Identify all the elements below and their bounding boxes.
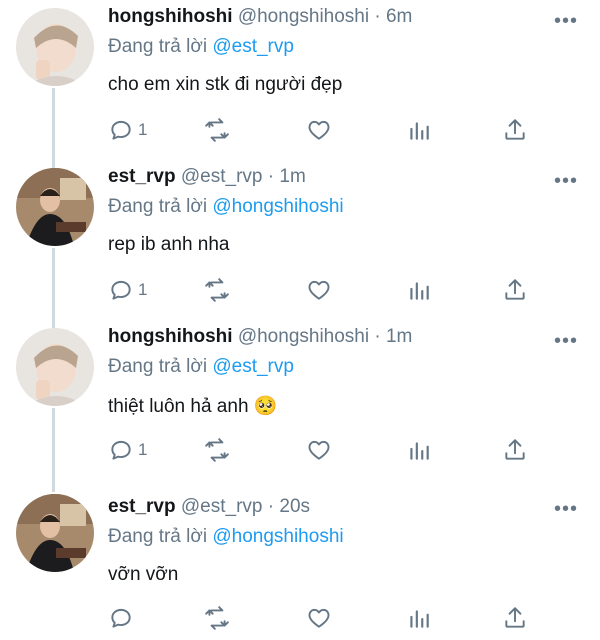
timestamp[interactable]: 20s [279, 496, 310, 517]
stats-icon [410, 122, 429, 140]
user-handle[interactable]: @est_rvp [181, 496, 263, 517]
reply-button[interactable]: 1 [108, 116, 147, 144]
action-bar: 1 [108, 276, 528, 304]
action-bar: 1 [108, 116, 528, 144]
tweet-text: rep ib anh nha [108, 234, 230, 255]
like-icon [308, 280, 330, 300]
like-button[interactable] [306, 116, 332, 144]
avatar-image [16, 328, 94, 406]
like-button[interactable] [306, 604, 332, 632]
replying-to-label: Đang trả lời [108, 36, 208, 57]
retweet-icon [205, 118, 229, 142]
avatar[interactable] [16, 328, 94, 406]
separator: · [267, 166, 275, 187]
tweet-header: est_rvp @est_rvp · 20s [108, 496, 310, 518]
reply-icon [111, 440, 131, 460]
mention-link[interactable]: @hongshihoshi [212, 196, 343, 217]
tweet-header: est_rvp @est_rvp · 1m [108, 166, 306, 188]
display-name[interactable]: est_rvp [108, 166, 176, 187]
avatar-image [16, 168, 94, 246]
reply-count: 1 [138, 440, 148, 459]
replying-to-label: Đang trả lời [108, 526, 208, 547]
tweet[interactable]: est_rvp @est_rvp · 1m ••• Đang trả lời @… [0, 160, 600, 320]
tweet-text: cho em xin stk đi người đẹp [108, 74, 343, 95]
stats-icon [410, 282, 429, 300]
tweet-header: hongshihoshi @hongshihoshi · 6m [108, 6, 412, 28]
more-icon[interactable]: ••• [554, 10, 578, 33]
mention-link[interactable]: @est_rvp [212, 36, 294, 57]
more-icon[interactable]: ••• [554, 498, 578, 521]
share-icon [505, 279, 525, 300]
user-handle[interactable]: @hongshihoshi [238, 326, 369, 347]
stats-icon [410, 610, 429, 628]
avatar-image [16, 494, 94, 572]
tweet-text: thiệt luôn hả anh 🥺 [108, 396, 278, 417]
replying-to: Đang trả lời @hongshihoshi [108, 526, 344, 548]
display-name[interactable]: est_rvp [108, 496, 176, 517]
mention-link[interactable]: @est_rvp [212, 356, 294, 377]
like-icon [308, 608, 330, 628]
share-icon [505, 119, 525, 140]
retweet-button[interactable] [204, 116, 230, 144]
tweet-text: vỡn vỡn [108, 564, 179, 585]
separator: · [267, 496, 275, 517]
replying-to: Đang trả lời @hongshihoshi [108, 196, 344, 218]
stats-button[interactable] [406, 276, 432, 304]
share-button[interactable] [502, 436, 528, 464]
reply-icon [111, 608, 131, 628]
stats-button[interactable] [406, 604, 432, 632]
avatar-image [16, 8, 94, 86]
reply-button[interactable]: 1 [108, 276, 147, 304]
action-bar: 1 [108, 436, 528, 464]
retweet-button[interactable] [204, 276, 230, 304]
reply-count: 1 [138, 280, 148, 299]
display-name[interactable]: hongshihoshi [108, 326, 233, 347]
reply-button[interactable]: 1 [108, 436, 147, 464]
like-icon [308, 120, 330, 140]
retweet-icon [205, 278, 229, 302]
avatar[interactable] [16, 168, 94, 246]
user-handle[interactable]: @est_rvp [181, 166, 263, 187]
share-icon [505, 607, 525, 628]
like-icon [308, 440, 330, 460]
retweet-button[interactable] [204, 604, 230, 632]
reply-count: 1 [138, 120, 148, 139]
separator: · [374, 326, 381, 347]
replying-to: Đang trả lời @est_rvp [108, 36, 294, 58]
mention-link[interactable]: @hongshihoshi [212, 526, 343, 547]
tweet-header: hongshihoshi @hongshihoshi · 1m [108, 326, 412, 348]
timestamp[interactable]: 1m [279, 166, 305, 187]
share-button[interactable] [502, 604, 528, 632]
user-handle[interactable]: @hongshihoshi [238, 6, 369, 27]
retweet-button[interactable] [204, 436, 230, 464]
separator: · [374, 6, 381, 27]
tweet[interactable]: hongshihoshi @hongshihoshi · 6m ••• Đang… [0, 0, 600, 160]
display-name[interactable]: hongshihoshi [108, 6, 233, 27]
avatar[interactable] [16, 8, 94, 86]
replying-to-label: Đang trả lời [108, 196, 208, 217]
retweet-icon [205, 606, 229, 630]
reply-button[interactable] [108, 604, 138, 632]
stats-icon [410, 442, 429, 460]
share-button[interactable] [502, 276, 528, 304]
share-button[interactable] [502, 116, 528, 144]
stats-button[interactable] [406, 436, 432, 464]
timestamp[interactable]: 6m [386, 6, 412, 27]
more-icon[interactable]: ••• [554, 170, 578, 193]
timestamp[interactable]: 1m [386, 326, 412, 347]
tweet[interactable]: hongshihoshi @hongshihoshi · 1m ••• Đang… [0, 320, 600, 480]
action-bar [108, 604, 528, 632]
share-icon [505, 439, 525, 460]
tweet[interactable]: est_rvp @est_rvp · 20s ••• Đang trả lời … [0, 480, 600, 640]
reply-icon [111, 280, 131, 300]
reply-icon [111, 120, 131, 140]
replying-to-label: Đang trả lời [108, 356, 208, 377]
stats-button[interactable] [406, 116, 432, 144]
replying-to: Đang trả lời @est_rvp [108, 356, 294, 378]
retweet-icon [205, 438, 229, 462]
more-icon[interactable]: ••• [554, 330, 578, 353]
avatar[interactable] [16, 494, 94, 572]
like-button[interactable] [306, 276, 332, 304]
like-button[interactable] [306, 436, 332, 464]
